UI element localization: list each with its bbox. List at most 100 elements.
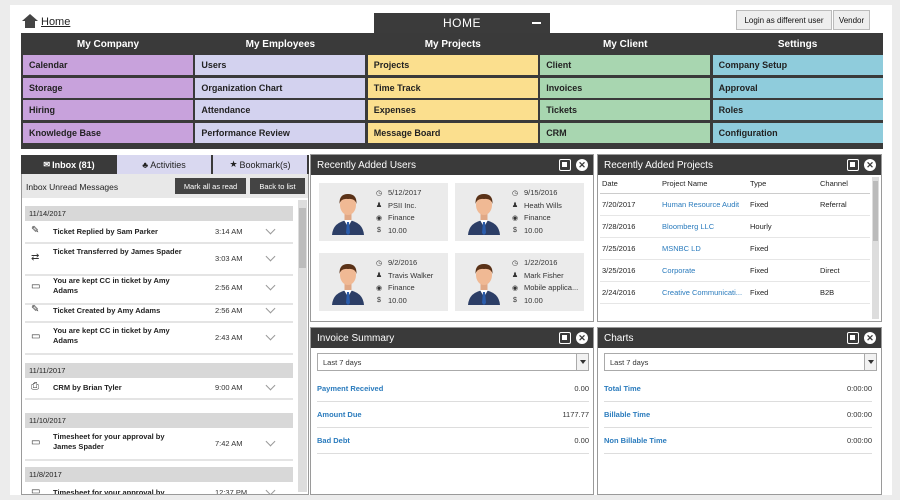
table-row[interactable]: 7/20/2017 Human Resource Audit Fixed Referr…	[600, 193, 870, 216]
list-item[interactable]: ▭ You are kept CC in ticket by Amy Adams 2…	[25, 276, 293, 300]
list-item[interactable]: ▭ You are kept CC in ticket by Amy Adams 2…	[25, 326, 293, 350]
chevron-down-icon[interactable]	[265, 380, 276, 391]
nav-item[interactable]: Calendar	[23, 55, 193, 75]
chevron-down-icon[interactable]	[265, 330, 276, 341]
expand-icon[interactable]	[559, 159, 571, 171]
user-date: 1/22/2016	[524, 258, 558, 267]
user-name: PSII Inc.	[388, 200, 417, 210]
message-text: Ticket Transferred by James Spader	[53, 247, 182, 256]
chevron-down-icon[interactable]	[265, 251, 276, 262]
projects-scrollbar[interactable]	[872, 177, 879, 319]
nav-column: My Employees Users Organization Chart Atten…	[195, 33, 366, 145]
message-time: 12:37 PM	[215, 488, 248, 495]
summary-label[interactable]: Payment Received	[317, 384, 383, 393]
project-link[interactable]: Bloomberg LLC	[660, 215, 748, 238]
chevron-down-icon	[864, 354, 876, 370]
inbox-scrollbar[interactable]	[298, 200, 307, 492]
message-time: 2:56 AM	[215, 306, 243, 315]
login-as-user-button[interactable]: Login as different user	[736, 10, 832, 30]
nav-item[interactable]: Tickets	[540, 100, 711, 120]
nav-item[interactable]: Hiring	[23, 100, 193, 120]
tab-bookmarks[interactable]: ★ Bookmark(s)	[213, 155, 307, 174]
tab-inbox[interactable]: ✉ Inbox (81)	[23, 155, 115, 174]
summary-label[interactable]: Non Billable Time	[604, 436, 667, 445]
table-row[interactable]: 7/25/2016 MSNBC LD Fixed	[600, 237, 870, 260]
nav-item[interactable]: Attendance	[195, 100, 366, 120]
chevron-down-icon[interactable]	[265, 224, 276, 235]
home-tab-label: HOME	[443, 16, 481, 30]
summary-label[interactable]: Amount Due	[317, 410, 362, 419]
nav-item[interactable]: Performance Review	[195, 122, 366, 143]
column-header: Date	[600, 175, 660, 194]
nav-item[interactable]: Approval	[712, 77, 883, 98]
list-item[interactable]: ✎ Ticket Created by Amy Adams 2:56 AM	[25, 303, 293, 318]
table-cell: 7/25/2016	[600, 237, 660, 260]
list-item[interactable]: ▭ Timesheet for your approval by James Sp…	[25, 432, 293, 456]
user-card[interactable]: ◷ 1/22/2016 ♟ Mark Fisher ◉ Mobile applica...…	[455, 253, 584, 311]
project-link[interactable]: Creative Communicati...	[660, 281, 748, 304]
nav-item[interactable]: Message Board	[367, 122, 538, 143]
minimize-icon[interactable]	[532, 22, 541, 24]
invoice-period-select[interactable]: Last 7 days	[317, 353, 589, 371]
nav-item[interactable]: Client	[540, 55, 711, 75]
user-dept: Mobile applica...	[524, 283, 579, 292]
close-icon[interactable]: ✕	[864, 159, 876, 171]
project-link[interactable]: MSNBC LD	[660, 237, 748, 260]
tab-activities[interactable]: ♣ Activities	[117, 155, 211, 174]
chevron-down-icon[interactable]	[265, 436, 276, 447]
nav-item[interactable]: Company Setup	[712, 55, 883, 75]
expand-icon[interactable]	[847, 159, 859, 171]
user-card[interactable]: ◷ 9/2/2016 ♟ Travis Walker ◉ Finance $10.00	[319, 253, 448, 311]
user-card[interactable]: ◷ 5/12/2017 ♟ PSII Inc. ◉ Finance $10.00	[319, 183, 448, 241]
expand-icon[interactable]	[847, 332, 859, 344]
chevron-down-icon[interactable]	[265, 485, 276, 494]
nav-item[interactable]: Time Track	[367, 77, 538, 98]
home-tab[interactable]: HOME	[374, 13, 550, 33]
nav-item[interactable]: Storage	[23, 77, 193, 98]
summary-label[interactable]: Total Time	[604, 384, 641, 393]
chevron-down-icon[interactable]	[265, 303, 276, 314]
project-link[interactable]: Corporate	[660, 259, 748, 282]
close-icon[interactable]: ✕	[864, 332, 876, 344]
project-link[interactable]: Human Resource Audit	[660, 193, 748, 216]
list-item[interactable]: ✎ Ticket Replied by Sam Parker 3:14 AM	[25, 224, 293, 239]
nav-item[interactable]: Organization Chart	[195, 77, 366, 98]
summary-label[interactable]: Billable Time	[604, 410, 650, 419]
nav-item[interactable]: Projects	[367, 55, 538, 75]
table-row[interactable]: 7/28/2016 Bloomberg LLC Hourly	[600, 215, 870, 238]
mark-all-read-button[interactable]: Mark all as read	[175, 178, 246, 194]
message-time: 3:14 AM	[215, 227, 243, 236]
scrollbar-thumb[interactable]	[299, 208, 306, 268]
summary-value: 0:00:00	[846, 436, 872, 445]
nav-item[interactable]: Knowledge Base	[23, 122, 193, 143]
list-item[interactable]: ⎙ CRM by Brian Tyler 9:00 AM	[25, 380, 293, 395]
nav-item[interactable]: CRM	[540, 122, 711, 143]
vendor-button[interactable]: Vendor	[833, 10, 870, 30]
nav-item[interactable]: Expenses	[367, 100, 538, 120]
charts-period-select[interactable]: Last 7 days	[604, 353, 877, 371]
message-time: 9:00 AM	[215, 383, 243, 392]
table-row[interactable]: 3/25/2016 Corporate Fixed Direct	[600, 259, 870, 282]
dollar-icon: $	[377, 296, 381, 304]
user-card[interactable]: ◷ 9/15/2016 ♟ Heath Wills ◉ Finance $10.00	[455, 183, 584, 241]
back-to-list-button[interactable]: Back to list	[250, 178, 305, 194]
close-icon[interactable]: ✕	[576, 159, 588, 171]
date-group-header: 11/10/2017	[25, 413, 293, 428]
summary-label[interactable]: Bad Debt	[317, 436, 350, 445]
list-item[interactable]: ▭ Timesheet for your approval by 12:37 PM	[25, 485, 293, 495]
nav-item[interactable]: Configuration	[712, 122, 883, 143]
list-item[interactable]: ⇄ Ticket Transferred by James Spader 3:03 …	[25, 247, 293, 271]
activity-icon: ♣	[142, 159, 149, 170]
nav-column-title: My Client	[602, 38, 648, 50]
ticket-icon: ✎	[31, 304, 40, 315]
inbox-toolbar: Inbox Unread Messages Mark all as read B…	[21, 174, 309, 198]
nav-item[interactable]: Invoices	[540, 77, 711, 98]
table-row[interactable]: 2/24/2016 Creative Communicati... Fixed B2B	[600, 281, 870, 304]
chevron-down-icon[interactable]	[265, 280, 276, 291]
message-time: 2:43 AM	[215, 333, 243, 342]
home-link[interactable]: Home	[22, 14, 70, 28]
nav-item[interactable]: Users	[195, 55, 366, 75]
close-icon[interactable]: ✕	[576, 332, 588, 344]
expand-icon[interactable]	[559, 332, 571, 344]
nav-item[interactable]: Roles	[712, 100, 883, 120]
